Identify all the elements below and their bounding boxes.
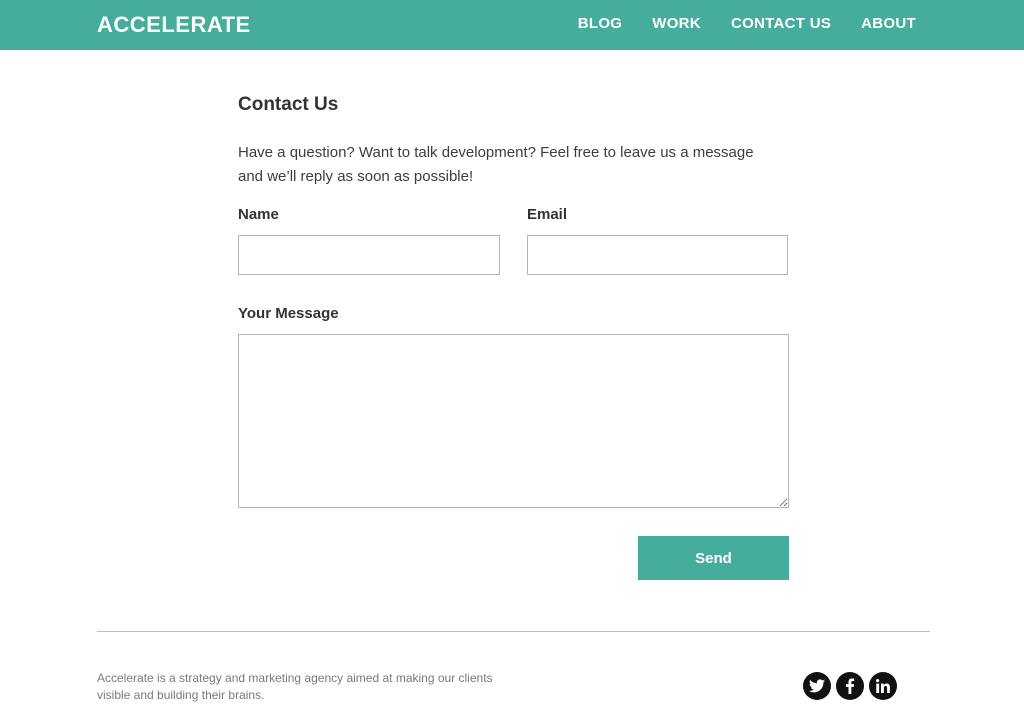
site-header: ACCELERATE BLOG WORK CONTACT US ABOUT <box>0 0 1024 50</box>
main-nav: BLOG WORK CONTACT US ABOUT <box>578 15 916 32</box>
email-label: Email <box>527 206 568 223</box>
social-links <box>803 672 897 700</box>
message-textarea[interactable] <box>238 334 789 508</box>
nav-about[interactable]: ABOUT <box>861 15 916 32</box>
linkedin-icon[interactable] <box>869 672 897 700</box>
nav-blog[interactable]: BLOG <box>578 15 623 32</box>
site-logo[interactable]: ACCELERATE <box>97 12 251 38</box>
intro-text: Have a question? Want to talk developmen… <box>238 144 754 185</box>
footer-divider <box>97 631 930 632</box>
send-button[interactable]: Send <box>638 536 789 580</box>
page-title: Contact Us <box>238 94 339 115</box>
facebook-icon[interactable] <box>836 672 864 700</box>
email-input[interactable] <box>527 235 788 275</box>
nav-work[interactable]: WORK <box>652 15 701 32</box>
nav-contact-us[interactable]: CONTACT US <box>731 15 831 32</box>
twitter-icon[interactable] <box>803 672 831 700</box>
message-label: Your Message <box>238 305 339 322</box>
footer-text: Accelerate is a strategy and marketing a… <box>97 671 493 702</box>
contact-section: Contact Us Have a question? Want to talk… <box>238 94 790 189</box>
name-label: Name <box>238 206 279 223</box>
name-input[interactable] <box>238 235 500 275</box>
